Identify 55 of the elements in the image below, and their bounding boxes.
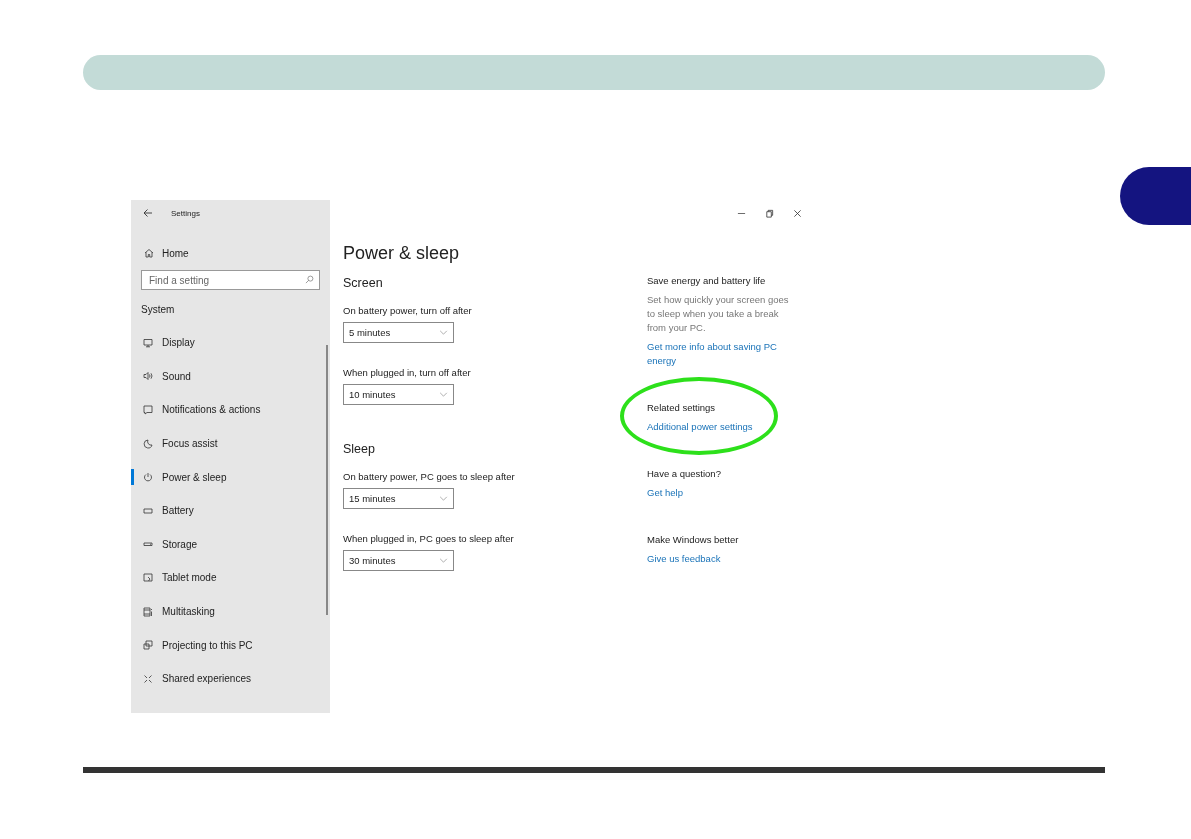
sidebar-item[interactable]: Tablet mode [131, 561, 320, 595]
setting-label: When plugged in, PC goes to sleep after [343, 533, 515, 544]
sidebar-item[interactable]: Storage [131, 527, 320, 562]
sidebar-item[interactable]: Notifications & actions [131, 393, 320, 427]
page-title: Power & sleep [343, 242, 461, 264]
scrollbar[interactable] [326, 345, 328, 615]
sidebar-item[interactable]: Sound [131, 359, 320, 394]
chevron-down-icon [439, 558, 448, 563]
back-arrow-icon[interactable] [143, 208, 153, 218]
battery-icon [143, 505, 153, 516]
link[interactable]: Get help [647, 486, 807, 500]
restore-icon[interactable] [765, 209, 774, 218]
sidebar-item[interactable]: Multitasking [131, 594, 320, 629]
group-heading: Have a question? [647, 468, 722, 479]
setting-label: On battery power, PC goes to sleep after [343, 471, 516, 482]
chevron-down-icon [439, 330, 448, 335]
home-item[interactable]: Home [144, 246, 320, 260]
sidebar-item[interactable]: Shared experiences [131, 661, 320, 696]
link[interactable]: Additional power settings [647, 420, 807, 434]
tablet-icon [143, 572, 153, 583]
dropdown[interactable]: 10 minutes [343, 384, 454, 405]
sidebar-item[interactable]: Power & sleep [131, 460, 320, 494]
projecting-icon [143, 640, 153, 651]
section-label: System [141, 304, 176, 317]
description-text: Set how quickly your screen goes to sleep when you take a break from your PC. [647, 293, 790, 335]
setting-label: On battery power, turn off after [343, 305, 473, 316]
sidebar-item[interactable]: Display [131, 326, 320, 360]
power-icon [143, 472, 153, 483]
dropdown[interactable]: 30 minutes [343, 550, 454, 571]
multitasking-icon [143, 606, 153, 617]
sidebar-item[interactable]: Battery [131, 493, 320, 528]
search-field[interactable]: Find a setting [141, 270, 320, 290]
link[interactable]: Give us feedback [647, 552, 807, 566]
group-heading: Make Windows better [647, 534, 740, 545]
display-icon [143, 337, 153, 348]
section-heading: Sleep [343, 441, 376, 457]
group-heading: Related settings [647, 402, 717, 413]
chevron-down-icon [439, 392, 448, 397]
dropdown[interactable]: 5 minutes [343, 322, 454, 343]
group-heading: Save energy and battery life [647, 275, 767, 286]
dropdown[interactable]: 15 minutes [343, 488, 454, 509]
home-icon [144, 248, 154, 258]
setting-label: When plugged in, turn off after [343, 367, 472, 378]
sidebar-item[interactable]: Focus assist [131, 426, 320, 461]
close-icon[interactable] [793, 209, 802, 218]
moon-icon [143, 438, 153, 449]
search-icon [305, 275, 314, 284]
notifications-icon [143, 405, 153, 415]
link[interactable]: Get more info about saving PC energy [647, 340, 807, 368]
section-heading: Screen [343, 275, 384, 291]
shared-icon [143, 673, 153, 684]
sound-icon [143, 371, 153, 382]
window-title: Settings [171, 208, 200, 218]
sidebar-item[interactable]: Projecting to this PC [131, 628, 320, 662]
chevron-down-icon [439, 496, 448, 501]
